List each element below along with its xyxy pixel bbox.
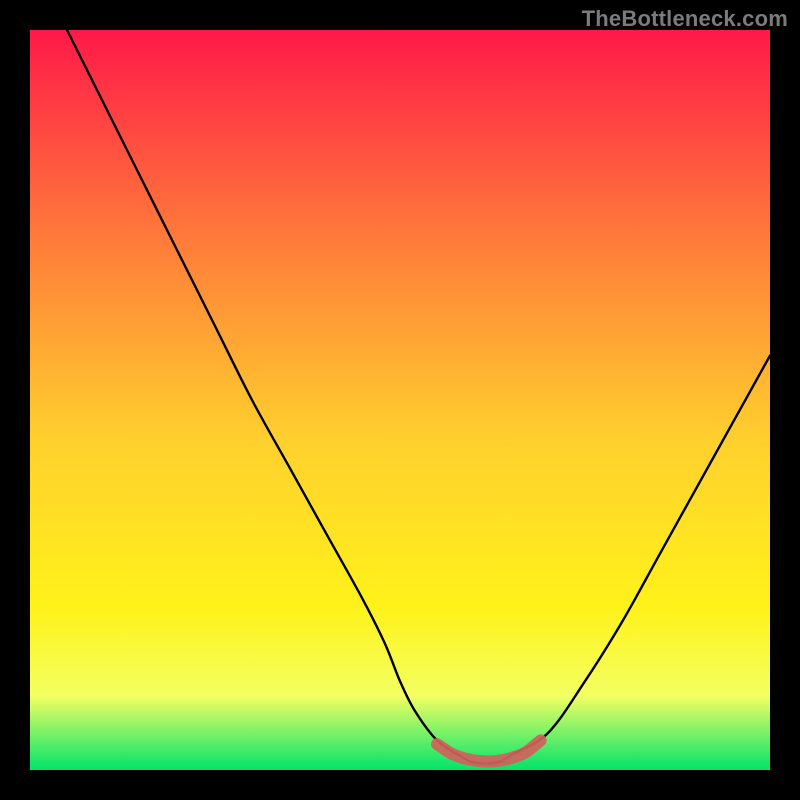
plot-area — [30, 30, 770, 770]
chart-svg — [30, 30, 770, 770]
watermark-text: TheBottleneck.com — [582, 6, 788, 32]
gradient-background — [30, 30, 770, 770]
chart-frame: TheBottleneck.com — [0, 0, 800, 800]
